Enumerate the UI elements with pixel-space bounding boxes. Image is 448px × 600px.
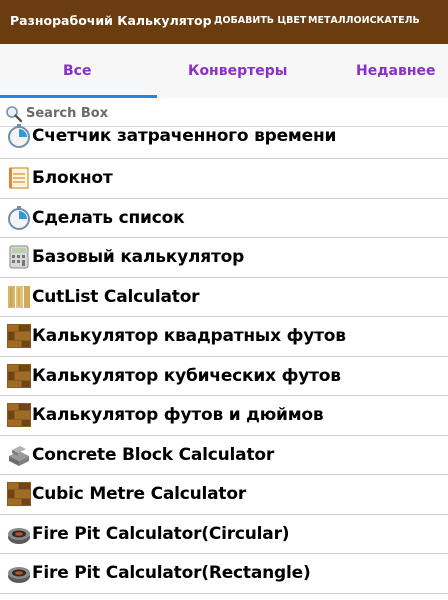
fire-pit-icon [8,567,30,583]
list-item-label: Базовый калькулятор [32,247,245,267]
calculator-icon [9,245,29,269]
list-item-label: Счетчик затраченного времени [32,126,337,146]
tab-bar: Все Конвертеры Недавнее [0,44,448,98]
list-item-label: CutList Calculator [32,286,200,307]
list-item-concrete-block[interactable]: Concrete Block Calculator [0,436,448,475]
tab-converters[interactable]: Конвертеры [188,63,287,79]
list-item-square-feet[interactable]: Калькулятор квадратных футов [0,317,448,357]
metal-detector-button[interactable]: МЕТАЛЛОИСКАТЕЛЬ [308,15,420,26]
wood-floor-icon [7,324,31,348]
list-item-label: Блокнот [32,168,113,188]
list-item-label: Fire Pit Calculator(Rectangle) [32,563,311,583]
list-item-label: Fire Pit Calculator(Circular) [32,523,290,544]
list-item-label: Cubic Metre Calculator [32,484,247,504]
list-item-label: Concrete Block Calculator [32,444,275,465]
list-item-cutlist[interactable]: CutList Calculator [0,278,448,317]
notepad-icon [9,167,29,189]
list-item-label: Сделать список [32,207,185,228]
search-input[interactable] [26,103,436,123]
list-item-feet-inches[interactable]: Калькулятор футов и дюймов [0,396,448,436]
search-bar [0,100,448,127]
list-item-todo[interactable]: Сделать список [0,199,448,238]
list-item-label: Калькулятор квадратных футов [32,326,346,346]
list-item-basic-calculator[interactable]: Базовый калькулятор [0,238,448,278]
list-item-label: Калькулятор футов и дюймов [32,405,324,425]
list-item-notepad[interactable]: Блокнот [0,159,448,199]
wood-floor-icon [7,403,31,427]
list-item-timer[interactable]: Счетчик затраченного времени [0,124,448,159]
wood-planks-icon [8,285,30,308]
list-item-fire-pit-rectangle[interactable]: Fire Pit Calculator(Rectangle) [0,554,448,594]
app-bar: Разнорабочий Калькулятор ДОБАВИТЬ ЦВЕТ М… [0,0,448,44]
search-icon [6,106,23,123]
wood-floor-icon [7,363,31,388]
calculator-list: Счетчик затраченного времени Блокнот Сде… [0,124,448,594]
app-title: Разнорабочий Калькулятор [10,13,212,28]
list-item-cubic-metre[interactable]: Cubic Metre Calculator [0,475,448,515]
tab-all[interactable]: Все [63,63,91,79]
list-item-cubic-feet[interactable]: Калькулятор кубических футов [0,357,448,396]
stopwatch-icon [8,205,30,230]
list-item-label: Калькулятор кубических футов [32,365,341,386]
tab-indicator [0,95,157,98]
fire-pit-icon [8,527,30,544]
list-item-fire-pit-circular[interactable]: Fire Pit Calculator(Circular) [0,515,448,554]
tab-recent[interactable]: Недавнее [356,63,436,79]
concrete-block-icon [9,445,29,466]
stopwatch-icon [8,124,30,148]
wood-floor-icon [7,482,31,506]
add-color-button[interactable]: ДОБАВИТЬ ЦВЕТ [214,15,306,26]
